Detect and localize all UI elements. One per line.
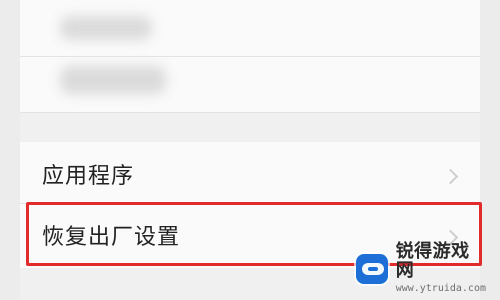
watermark-url: www.ytruida.com bbox=[395, 283, 486, 295]
watermark-title: 锐得游戏网 bbox=[395, 241, 470, 282]
blurred-item-2 bbox=[60, 66, 166, 94]
divider-top bbox=[20, 56, 480, 57]
settings-row-applications[interactable]: 应用程序 bbox=[20, 144, 480, 204]
chevron-right-icon bbox=[442, 168, 459, 185]
settings-screen: 应用程序 恢复出厂设置 ♡ 锐得游戏网 www.ytruida.com bbox=[0, 0, 500, 300]
left-gutter bbox=[0, 0, 20, 300]
applications-label: 应用程序 bbox=[42, 164, 135, 189]
blurred-item-1 bbox=[60, 16, 152, 40]
watermark-text: 锐得游戏网 www.ytruida.com bbox=[395, 241, 486, 295]
game-controller-icon bbox=[356, 254, 388, 284]
divider-group-gap bbox=[20, 112, 480, 113]
watermark: 锐得游戏网 www.ytruida.com bbox=[356, 242, 486, 294]
